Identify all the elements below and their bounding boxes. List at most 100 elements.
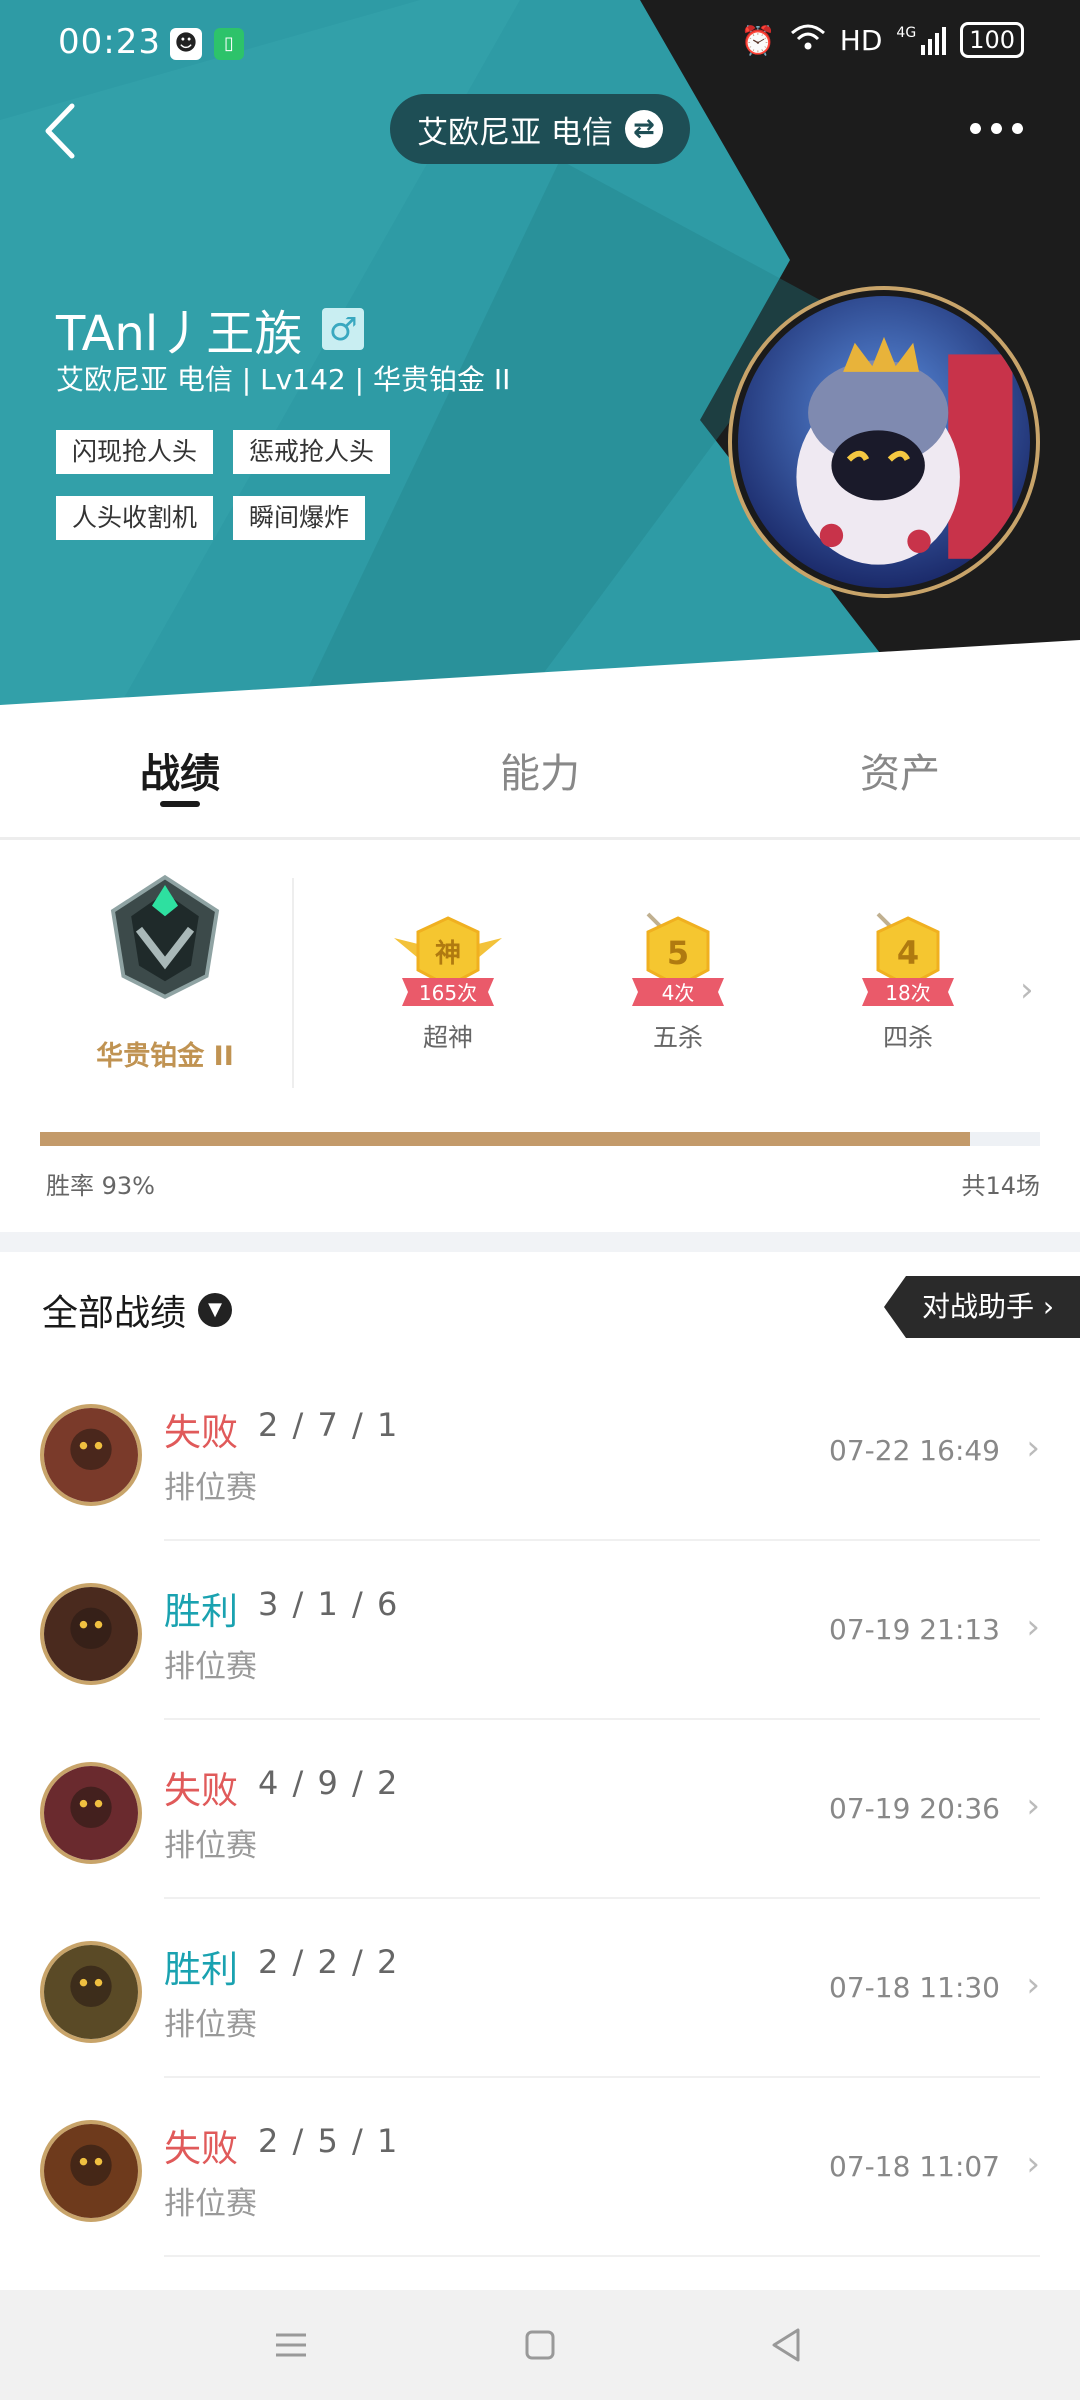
network-type: HD <box>839 23 883 57</box>
notification-app-icon-2: ▯ <box>214 28 244 60</box>
tab-bar: 战绩 能力 资产 <box>0 705 1080 840</box>
chevron-down-icon: ▼ <box>198 1293 233 1327</box>
badge-label: 四杀 <box>882 1023 933 1052</box>
badge-penta-kill[interactable]: 5 4次 五杀 <box>618 910 738 1054</box>
match-kda: 2 / 2 / 2 <box>258 1943 400 1981</box>
chevron-right-icon: › <box>1026 1607 1040 1647</box>
chevron-right-icon: › <box>1026 1786 1040 1826</box>
badge-label: 超神 <box>422 1023 473 1052</box>
dot <box>990 122 1002 134</box>
rank-label: 华贵铂金 II <box>96 1041 234 1072</box>
match-time: 07-19 21:13 <box>829 1613 1000 1646</box>
badge-legendary[interactable]: 神 165次 超神 <box>388 910 508 1054</box>
badge-glyph: 神 <box>435 939 461 969</box>
divider <box>292 878 294 1088</box>
match-kda: 4 / 9 / 2 <box>258 1764 400 1802</box>
matches-title: 全部战绩 <box>42 1293 187 1334</box>
penta-kill-badge-icon: 5 4次 <box>632 912 724 1006</box>
platinum-rank-icon <box>110 874 220 999</box>
quadra-kill-badge-icon: 4 18次 <box>862 912 954 1006</box>
server-switch-button[interactable]: 艾欧尼亚 电信 ⇄ <box>390 94 690 164</box>
badge-count: 18次 <box>885 981 930 1005</box>
match-mode: 排位赛 <box>164 2186 257 2222</box>
match-mode: 排位赛 <box>164 1649 257 1685</box>
badge-count: 4次 <box>662 981 695 1005</box>
badge-label: 五杀 <box>652 1023 703 1052</box>
hero-avatar <box>40 1404 142 1506</box>
more-options-button[interactable] <box>964 108 1028 148</box>
notification-app-icon: ☻ <box>170 28 202 60</box>
win-rate-text: 胜率 93% <box>46 1172 155 1200</box>
tab-label: 能力 <box>500 751 580 797</box>
legendary-badge-icon: 神 165次 <box>394 916 502 1006</box>
match-result: 胜利 <box>164 1948 238 1991</box>
chevron-right-icon: › <box>1026 1428 1040 1468</box>
wifi-icon <box>790 23 826 58</box>
avatar-image <box>738 296 1030 588</box>
home-nav-button[interactable] <box>515 2320 565 2370</box>
player-tag: 惩戒抢人头 <box>233 430 391 474</box>
stats-panel: 华贵铂金 II 神 165次 超神 5 4次 五杀 4 18次 四杀 › 胜率 … <box>0 840 1080 1232</box>
match-time: 07-18 11:30 <box>829 1971 1000 2004</box>
status-icons: ⏰ HD 4G 100 <box>741 22 1024 58</box>
hero-avatar <box>40 1583 142 1685</box>
hero-avatar <box>40 1941 142 2043</box>
match-mode: 排位赛 <box>164 1828 257 1864</box>
battle-assistant-button[interactable]: 对战助手 › <box>884 1276 1080 1338</box>
tab-assets[interactable]: 资产 <box>720 705 1080 837</box>
tab-label: 战绩 <box>140 751 220 797</box>
chevron-right-icon: › <box>1026 1965 1040 2005</box>
menu-nav-button[interactable] <box>266 2320 316 2370</box>
system-nav-bar <box>0 2290 1080 2400</box>
badge-glyph: 5 <box>667 934 689 972</box>
player-tag: 人头收割机 <box>56 496 214 540</box>
match-row[interactable]: 失败 2 / 5 / 1 排位赛 07-18 11:07 › <box>0 2078 1080 2257</box>
hero-avatar <box>40 1762 142 1864</box>
win-rate-fill <box>40 1132 970 1146</box>
alarm-icon: ⏰ <box>740 23 776 57</box>
section-separator <box>0 1232 1080 1252</box>
tab-label: 资产 <box>860 751 940 797</box>
badge-glyph: 4 <box>897 934 919 972</box>
match-result: 失败 <box>164 1411 238 1454</box>
back-button[interactable] <box>36 96 96 166</box>
menu-icon <box>276 2333 306 2357</box>
match-result: 胜利 <box>164 1590 238 1633</box>
player-name: TAnl丿王族 ♂ <box>56 294 365 364</box>
badge-count: 165次 <box>419 981 477 1005</box>
status-time: 00:23 <box>58 22 161 62</box>
win-rate-bar <box>40 1132 1040 1146</box>
chevron-right-icon[interactable]: › <box>1020 970 1034 1010</box>
matches-header: 全部战绩 ▼ 对战助手 › <box>0 1252 1080 1362</box>
dot <box>1011 122 1023 134</box>
match-row[interactable]: 胜利 3 / 1 / 6 排位赛 07-19 21:13 › <box>0 1541 1080 1720</box>
match-filter-dropdown[interactable]: 全部战绩 ▼ <box>42 1284 233 1336</box>
player-name-text: TAnl丿王族 <box>56 306 303 362</box>
row-divider <box>164 2255 1040 2257</box>
back-nav-button[interactable] <box>762 2320 812 2370</box>
chevron-right-icon: › <box>1026 2144 1040 2184</box>
server-name: 艾欧尼亚 电信 <box>417 114 613 151</box>
tab-ability[interactable]: 能力 <box>360 705 720 837</box>
match-time: 07-18 11:07 <box>829 2150 1000 2183</box>
match-mode: 排位赛 <box>164 1470 257 1506</box>
player-avatar[interactable] <box>728 286 1040 598</box>
tab-active-indicator <box>160 801 200 807</box>
match-row[interactable]: 失败 4 / 9 / 2 排位赛 07-19 20:36 › <box>0 1720 1080 1899</box>
male-gender-icon: ♂ <box>322 308 365 350</box>
match-kda: 3 / 1 / 6 <box>258 1585 400 1623</box>
player-tag: 瞬间爆炸 <box>233 496 366 540</box>
tab-record[interactable]: 战绩 <box>0 705 360 837</box>
rank-box[interactable]: 华贵铂金 II <box>40 872 290 1092</box>
hero-avatar <box>40 2120 142 2222</box>
match-kda: 2 / 5 / 1 <box>258 2122 400 2160</box>
home-square-icon <box>525 2330 555 2360</box>
match-row[interactable]: 失败 2 / 7 / 1 排位赛 07-22 16:49 › <box>0 1362 1080 1541</box>
match-time: 07-19 20:36 <box>829 1792 1000 1825</box>
match-row[interactable]: 胜利 2 / 2 / 2 排位赛 07-18 11:30 › <box>0 1899 1080 2078</box>
chevron-right-icon: › <box>1042 1290 1055 1323</box>
back-arrow-icon <box>45 103 75 159</box>
signal-type: 4G <box>896 25 917 41</box>
badge-quadra-kill[interactable]: 4 18次 四杀 <box>848 910 968 1054</box>
total-games-text: 共14场 <box>961 1172 1040 1200</box>
